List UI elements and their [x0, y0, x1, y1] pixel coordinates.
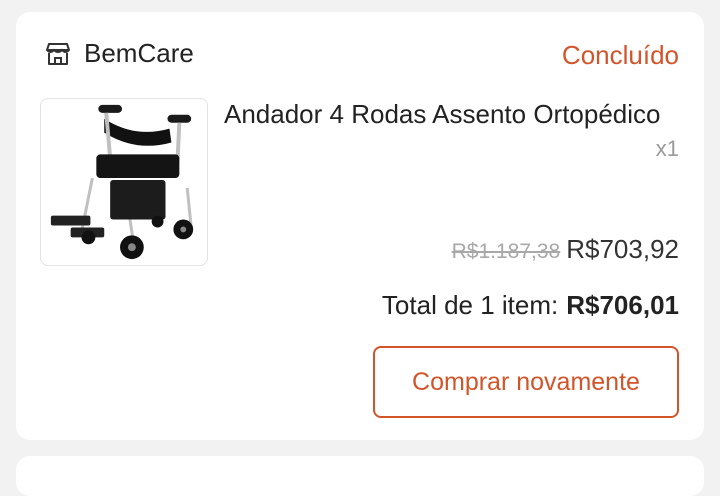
product-image[interactable] — [40, 98, 208, 266]
original-price: R$1.187,38 — [451, 240, 561, 263]
product-title[interactable]: Andador 4 Rodas Assento Ortopédico — [224, 98, 680, 130]
product-quantity: x1 — [655, 136, 679, 161]
total-value: R$706,01 — [566, 290, 679, 320]
current-price: R$703,92 — [566, 234, 679, 264]
next-order-card[interactable] — [16, 456, 704, 496]
store-icon — [46, 42, 70, 65]
shop-name[interactable]: BemCare — [84, 38, 194, 69]
order-card[interactable]: BemCare Concluído Andador 4 Rodas Assent… — [16, 12, 704, 440]
rollator-walker-image — [50, 104, 194, 260]
total-label: Total de 1 item: — [381, 290, 559, 320]
order-status: Concluído — [561, 40, 679, 70]
shop-header[interactable]: BemCare — [44, 38, 194, 69]
order-total: Total de 1 item: R$706,01 — [382, 290, 679, 321]
buy-again-button[interactable]: Comprar novamente — [373, 346, 679, 418]
price-row: R$1.187,38 R$703,92 — [452, 234, 679, 265]
